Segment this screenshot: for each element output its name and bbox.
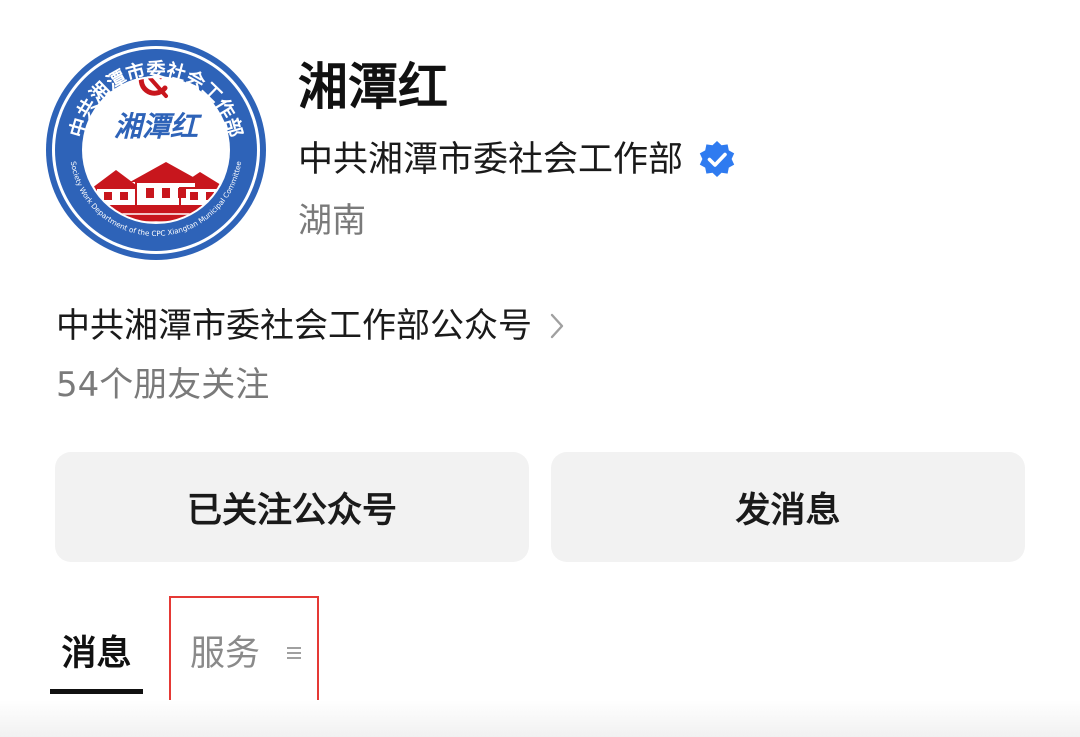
official-account-name: 中共湘潭市委社会工作部公众号 bbox=[56, 306, 532, 346]
tab-messages[interactable]: 消息 bbox=[50, 622, 143, 694]
menu-icon bbox=[287, 647, 301, 659]
followed-account-button[interactable]: 已关注公众号 bbox=[55, 452, 529, 562]
avatar[interactable]: 中共湘潭市委社会工作部 Society Work Department of t… bbox=[44, 38, 268, 262]
official-account-link[interactable]: 中共湘潭市委社会工作部公众号 bbox=[56, 298, 564, 354]
content-divider bbox=[0, 700, 1080, 737]
tab-active-indicator bbox=[50, 689, 143, 694]
send-message-button[interactable]: 发消息 bbox=[551, 452, 1025, 562]
organization-row: 中共湘潭市委社会工作部 bbox=[298, 132, 737, 188]
region-label: 湖南 bbox=[298, 201, 366, 241]
tab-services-label: 服务 bbox=[190, 634, 261, 674]
party-emblem-logo: 中共湘潭市委社会工作部 Society Work Department of t… bbox=[46, 40, 266, 260]
followers-count: 54个朋友关注 bbox=[56, 365, 270, 405]
account-title: 湘潭红 bbox=[298, 58, 448, 116]
verified-badge-icon[interactable] bbox=[697, 140, 737, 180]
chevron-right-icon bbox=[550, 313, 564, 339]
organization-name: 中共湘潭市委社会工作部 bbox=[298, 140, 684, 180]
tab-messages-label: 消息 bbox=[61, 634, 132, 674]
tab-services[interactable]: 服务 bbox=[169, 596, 319, 702]
logo-script-text: 湘潭红 bbox=[114, 110, 203, 143]
